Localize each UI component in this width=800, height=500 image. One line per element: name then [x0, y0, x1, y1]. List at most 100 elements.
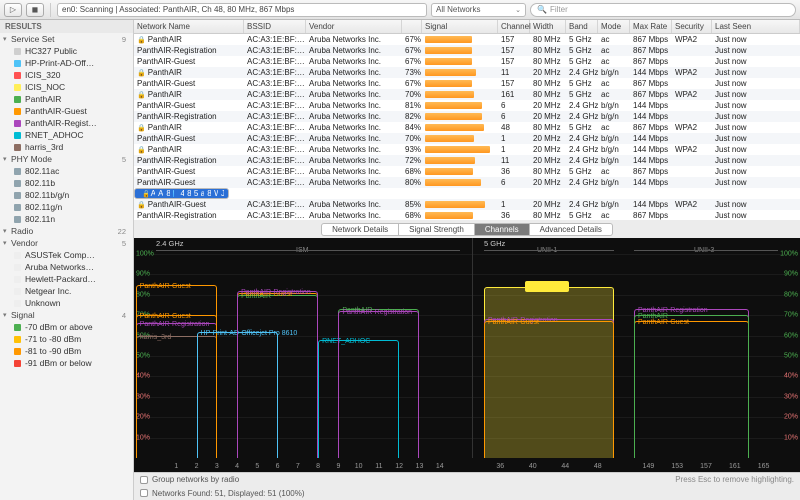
tab[interactable]: Channels: [475, 223, 530, 236]
signal-bar: [425, 69, 476, 76]
sidebar-group[interactable]: ▾Vendor5: [0, 237, 133, 249]
channel-chart: 10%10%20%20%30%30%40%40%50%50%60%60%70%7…: [134, 238, 800, 472]
table-cell: Aruba Networks Inc.: [306, 200, 402, 209]
disclosure-triangle-icon: ▾: [3, 155, 11, 163]
table-row[interactable]: PanthAIR-GuestAC:A3:1E:BF:…Aruba Network…: [134, 133, 800, 144]
table-row[interactable]: PanthAIR-RegistrationAC:A3:1E:BF:…Aruba …: [134, 155, 800, 166]
sidebar-item[interactable]: -81 to -90 dBm: [0, 345, 133, 357]
sidebar-item[interactable]: ASUSTek Comp…: [0, 249, 133, 261]
sidebar-item[interactable]: HC327 Public: [0, 45, 133, 57]
color-swatch: [14, 96, 21, 103]
sidebar-group[interactable]: ▾PHY Mode5: [0, 153, 133, 165]
sidebar-item[interactable]: 802.11g/n: [0, 201, 133, 213]
network-filter-select[interactable]: All Networks⌄: [431, 3, 526, 17]
table-cell: PanthAIR-Registration: [134, 156, 244, 165]
sidebar-item[interactable]: Unknown: [0, 297, 133, 309]
table-cell: 144 Mbps: [630, 101, 672, 110]
table-row[interactable]: PanthAIR-GuestAC:A3:1E:BF:…Aruba Network…: [134, 100, 800, 111]
table-cell: [422, 212, 498, 219]
table-cell: 144 Mbps: [630, 68, 672, 77]
sidebar-group[interactable]: ▾Radio22: [0, 225, 133, 237]
channel-shape[interactable]: [338, 311, 419, 458]
sidebar-item[interactable]: PanthAIR-Guest: [0, 105, 133, 117]
table-cell: 6: [498, 178, 530, 187]
sidebar-item[interactable]: 802.11b: [0, 177, 133, 189]
sidebar-item[interactable]: RNET_ADHOC: [0, 129, 133, 141]
column-header[interactable]: Mode: [598, 20, 630, 33]
sidebar-item[interactable]: 802.11n: [0, 213, 133, 225]
sidebar-item[interactable]: HP-Print-AD-Off…: [0, 57, 133, 69]
table-row[interactable]: PanthAIR-GuestAC:A3:1E:BF:…Aruba Network…: [134, 56, 800, 67]
sidebar-item[interactable]: -91 dBm or below: [0, 357, 133, 369]
table-cell: 5 GHz: [566, 90, 598, 99]
table-cell: [422, 146, 498, 153]
footer: Group networks by radio Press Esc to rem…: [134, 472, 800, 500]
table-row[interactable]: PanthAIR-RegistrationAC:A3:1E:BF:…Aruba …: [134, 111, 800, 122]
table-row[interactable]: 🔒PanthAIR-GuestAC:A3:1E:BF:…Aruba Networ…: [134, 199, 800, 210]
sidebar-item[interactable]: ICIS_NOC: [0, 81, 133, 93]
disclosure-triangle-icon: ▾: [3, 35, 11, 43]
table-cell: 5 GHz: [566, 79, 598, 88]
table-row[interactable]: 🔒PanthAIRAC:A3:1E:BF:…Aruba Networks Inc…: [134, 144, 800, 155]
column-header[interactable]: Vendor: [306, 20, 402, 33]
sidebar-item[interactable]: -71 to -80 dBm: [0, 333, 133, 345]
column-header[interactable]: Max Rate: [630, 20, 672, 33]
detail-tabs: Network DetailsSignal StrengthChannelsAd…: [134, 220, 800, 238]
search-icon: 🔍: [537, 5, 547, 14]
sidebar-item[interactable]: harris_3rd: [0, 141, 133, 153]
sidebar-item[interactable]: -70 dBm or above: [0, 321, 133, 333]
scan-start-button[interactable]: ▷: [4, 3, 22, 17]
sidebar-item[interactable]: ICIS_320: [0, 69, 133, 81]
column-header[interactable]: BSSID: [244, 20, 306, 33]
column-header[interactable]: Signal: [422, 20, 498, 33]
signal-bar: [425, 135, 474, 142]
table-cell: Just now: [712, 200, 800, 209]
table-row[interactable]: PanthAIR-GuestAC:A3:1E:BF:…Aruba Network…: [134, 166, 800, 177]
table-cell: Just now: [218, 189, 224, 198]
sidebar-item-label: 802.11ac: [25, 166, 59, 176]
channel-shape[interactable]: [484, 321, 614, 458]
sidebar-item[interactable]: PanthAIR: [0, 93, 133, 105]
table-row[interactable]: PanthAIR-RegistrationAC:A3:1E:BF:…Aruba …: [134, 210, 800, 220]
filter-input[interactable]: 🔍Filter: [530, 3, 796, 17]
column-header[interactable]: Width: [530, 20, 566, 33]
tab[interactable]: Signal Strength: [399, 223, 475, 236]
sidebar-item[interactable]: Netgear Inc.: [0, 285, 133, 297]
table-row[interactable]: 🔒PanthAIRAC:A3:1E:BF:…Aruba Networks Inc…: [134, 67, 800, 78]
table-row[interactable]: 🔒PanthAIRAC:A3:1E:BF:…Aruba Networks Inc…: [134, 188, 229, 199]
channel-shape[interactable]: [237, 291, 318, 458]
signal-bar: [173, 190, 174, 197]
table-cell: Just now: [712, 156, 800, 165]
table-row[interactable]: PanthAIR-RegistrationAC:A3:1E:BF:…Aruba …: [134, 45, 800, 56]
table-cell: [422, 91, 498, 98]
scan-stop-button[interactable]: ◼: [26, 3, 44, 17]
sidebar-group[interactable]: ▾Signal4: [0, 309, 133, 321]
group-by-radio-checkbox[interactable]: [140, 476, 148, 484]
column-header[interactable]: Channel: [498, 20, 530, 33]
sidebar-item[interactable]: Hewlett-Packard…: [0, 273, 133, 285]
table-cell: [422, 179, 498, 186]
table-cell: Just now: [712, 101, 800, 110]
table-cell: 🔒PanthAIR: [139, 189, 148, 198]
tab[interactable]: Advanced Details: [530, 223, 613, 236]
column-header[interactable]: [402, 20, 422, 33]
column-header[interactable]: Security: [672, 20, 712, 33]
tab[interactable]: Network Details: [321, 223, 399, 236]
sidebar-item[interactable]: PanthAIR-Regist…: [0, 117, 133, 129]
sidebar-item[interactable]: 802.11ac: [0, 165, 133, 177]
table-row[interactable]: PanthAIR-GuestAC:A3:1E:BF:…Aruba Network…: [134, 78, 800, 89]
table-row[interactable]: 🔒PanthAIRAC:A3:1E:BF:…Aruba Networks Inc…: [134, 34, 800, 45]
column-header[interactable]: Band: [566, 20, 598, 33]
table-row[interactable]: PanthAIR-GuestAC:A3:1E:BF:…Aruba Network…: [134, 177, 800, 188]
table-cell: 80 MHz: [530, 35, 566, 44]
channel-network-label: PanthAIR: [525, 281, 569, 292]
sidebar-group[interactable]: ▾Service Set9: [0, 33, 133, 45]
channel-shape[interactable]: [634, 315, 749, 458]
sidebar-group-count: 4: [122, 311, 130, 320]
table-row[interactable]: 🔒PanthAIRAC:A3:1E:BF:…Aruba Networks Inc…: [134, 122, 800, 133]
table-row[interactable]: 🔒PanthAIRAC:A3:1E:BF:…Aruba Networks Inc…: [134, 89, 800, 100]
column-header[interactable]: Last Seen: [712, 20, 800, 33]
column-header[interactable]: Network Name: [134, 20, 244, 33]
sidebar-item[interactable]: 802.11b/g/n: [0, 189, 133, 201]
sidebar-item[interactable]: Aruba Networks…: [0, 261, 133, 273]
